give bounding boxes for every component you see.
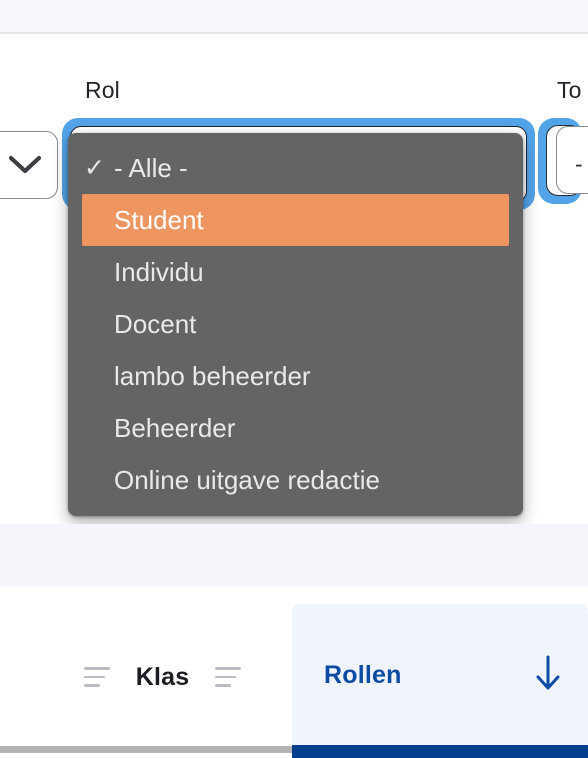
dropdown-option-label: Docent: [114, 308, 197, 339]
dropdown-option-label: Individu: [114, 256, 204, 287]
dropdown-option-individu[interactable]: Individu: [68, 246, 523, 298]
field-label-to: To: [557, 77, 582, 103]
sort-filter-icon[interactable]: [83, 667, 110, 687]
top-background-band: [0, 0, 588, 32]
dropdown-option-label: Student: [114, 204, 204, 235]
partial-select-left[interactable]: [0, 131, 58, 199]
dropdown-option-lambo-beheerder[interactable]: lambo beheerder: [68, 350, 523, 402]
check-icon-placeholder: [84, 364, 114, 389]
rol-dropdown-menu[interactable]: ✓ - Alle - Student Individu Docent lambo…: [68, 133, 523, 516]
dropdown-option-online-uitgave-redactie[interactable]: Online uitgave redactie: [68, 454, 523, 506]
column-header-klas[interactable]: Klas: [36, 604, 289, 750]
dropdown-option-docent[interactable]: Docent: [68, 298, 523, 350]
table-header-underline: [0, 746, 292, 753]
field-label-rol: Rol: [85, 77, 120, 103]
chevron-down-icon: [8, 154, 42, 181]
column-header-label: Rollen: [324, 660, 402, 689]
check-icon-placeholder: [84, 416, 114, 441]
toolbar-band: [0, 524, 588, 587]
active-column-underline: [292, 745, 588, 758]
dropdown-option-beheerder[interactable]: Beheerder: [68, 402, 523, 454]
dropdown-option-alle[interactable]: ✓ - Alle -: [68, 142, 523, 194]
sort-descending-icon[interactable]: [533, 653, 563, 698]
dropdown-option-label: - Alle -: [114, 152, 188, 183]
check-icon-placeholder: [84, 468, 114, 493]
check-icon-placeholder: [84, 312, 114, 337]
column-header-rollen[interactable]: Rollen: [292, 604, 588, 746]
table-header-row: Klas Rollen: [0, 604, 588, 758]
dropdown-option-student[interactable]: Student: [82, 194, 509, 246]
dropdown-option-label: Beheerder: [114, 412, 236, 443]
screen-root: Rol To - ✓ - Alle - Student Individu Doc…: [0, 0, 588, 758]
column-header-label: Klas: [135, 662, 190, 691]
partial-select-right[interactable]: -: [556, 126, 588, 194]
to-select-value: -: [575, 151, 583, 177]
sort-filter-icon[interactable]: [215, 667, 242, 687]
check-icon: ✓: [84, 153, 105, 182]
dropdown-option-label: Online uitgave redactie: [114, 464, 380, 495]
dropdown-option-label: lambo beheerder: [114, 360, 311, 391]
check-icon-placeholder: [84, 260, 114, 285]
